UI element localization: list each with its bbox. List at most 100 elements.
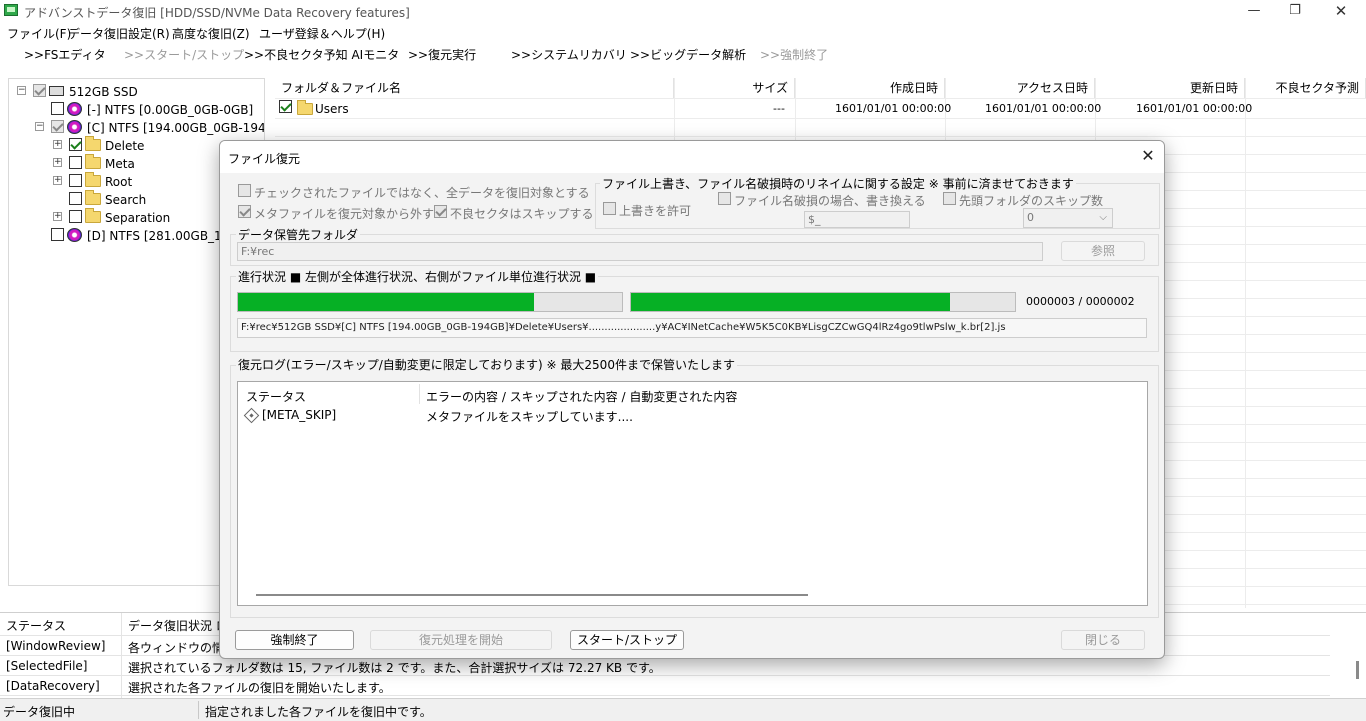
tree-label: Root bbox=[105, 175, 133, 189]
expand-icon[interactable]: + bbox=[53, 140, 62, 149]
log-status: [SelectedFile] bbox=[6, 659, 88, 673]
folder-checkbox[interactable] bbox=[69, 156, 82, 169]
opt-skip-bad-checkbox[interactable] bbox=[434, 205, 447, 218]
expand-icon[interactable]: + bbox=[53, 176, 62, 185]
opt-overwrite-checkbox[interactable] bbox=[603, 202, 616, 215]
menu-file[interactable]: ファイル(F) bbox=[7, 25, 71, 42]
file-accessed: 1601/01/01 00:00:00 bbox=[985, 102, 1102, 115]
list-item[interactable]: [META_SKIP] メタファイルをスキップしています.... bbox=[238, 406, 1147, 426]
restore-execute-button[interactable]: >>復元実行 bbox=[408, 46, 476, 63]
volume-checkbox[interactable] bbox=[51, 120, 64, 133]
log-vscrollbar[interactable] bbox=[1356, 661, 1359, 679]
file-modified: 1601/01/01 00:00:00 bbox=[1136, 102, 1253, 115]
restore-log-col-status[interactable]: ステータス bbox=[246, 388, 306, 405]
system-recovery-button[interactable]: >>システムリカバリ bbox=[511, 46, 627, 63]
minimize-button[interactable]: — bbox=[1240, 2, 1268, 20]
col-header-modified[interactable]: 更新日時 bbox=[1095, 78, 1245, 98]
col-header-bad-sector[interactable]: 不良セクタ予測 bbox=[1245, 78, 1366, 98]
opt-all-data-checkbox[interactable] bbox=[238, 184, 251, 197]
start-stop-button[interactable]: >>スタート/ストップ bbox=[124, 46, 244, 63]
status-bar: データ復旧中 指定されました各ファイルを復旧中です。 bbox=[0, 698, 1366, 721]
folder-icon bbox=[85, 136, 101, 151]
folder-checkbox[interactable] bbox=[69, 210, 82, 223]
collapse-icon[interactable]: − bbox=[35, 122, 44, 131]
log-message: 選択された各ファイルの復旧を開始いたします。 bbox=[128, 681, 391, 695]
expand-icon[interactable]: + bbox=[53, 212, 62, 221]
window-title: アドバンストデータ復旧 [HDD/SSD/NVMe Data Recovery … bbox=[24, 6, 410, 20]
restore-log-title: 復元ログ(エラー/スキップ/自動変更に限定しております) ※ 最大2500件まで… bbox=[236, 356, 737, 373]
menu-help[interactable]: ユーザ登録＆ヘルプ(H) bbox=[259, 25, 385, 42]
file-name: Users bbox=[315, 102, 349, 116]
file-progress-bar bbox=[630, 292, 1016, 312]
progress-group bbox=[230, 276, 1159, 352]
tree-item-drive[interactable]: − 512GB SSD bbox=[15, 83, 255, 101]
folder-icon bbox=[297, 100, 313, 115]
folder-checkbox[interactable] bbox=[69, 174, 82, 187]
rename-input[interactable]: $_ bbox=[804, 211, 910, 228]
bad-sector-ai-monitor-button[interactable]: >>不良セクタ予知 AIモニタ bbox=[244, 46, 399, 63]
folder-checkbox[interactable] bbox=[69, 138, 82, 151]
folder-icon bbox=[85, 190, 101, 205]
menu-recovery-settings[interactable]: データ復旧設定(R) bbox=[68, 25, 170, 42]
app-icon bbox=[4, 4, 18, 16]
force-end-dialog-button[interactable]: 強制終了 bbox=[235, 630, 354, 650]
file-created: 1601/01/01 00:00:00 bbox=[835, 102, 952, 115]
current-path-field: F:¥rec¥512GB SSD¥[C] NTFS [194.00GB_0GB-… bbox=[237, 318, 1147, 338]
volume-checkbox[interactable] bbox=[51, 228, 64, 241]
opt-exclude-meta-label: メタファイルを復元対象から外す bbox=[254, 207, 435, 221]
folder-checkbox[interactable] bbox=[69, 192, 82, 205]
tree-label: Meta bbox=[105, 157, 135, 171]
restore-log-col-message[interactable]: エラーの内容 / スキップされた内容 / 自動変更された内容 bbox=[426, 388, 737, 405]
start-stop-dialog-button[interactable]: スタート/ストップ bbox=[570, 630, 684, 650]
col-header-accessed[interactable]: アクセス日時 bbox=[945, 78, 1095, 98]
disk-icon bbox=[67, 120, 82, 134]
log-col-status[interactable]: ステータス bbox=[6, 617, 66, 634]
diamond-icon bbox=[243, 407, 260, 424]
dest-group-title: データ保管先フォルダ bbox=[236, 226, 361, 243]
col-header-created[interactable]: 作成日時 bbox=[795, 78, 945, 98]
dialog-title: ファイル復元 bbox=[228, 152, 301, 166]
file-size: --- bbox=[773, 102, 785, 115]
force-end-button[interactable]: >>強制終了 bbox=[760, 46, 828, 63]
menu-advanced-recovery[interactable]: 高度な復旧(Z) bbox=[172, 25, 250, 42]
col-header-size[interactable]: サイズ bbox=[674, 78, 795, 98]
expand-icon[interactable]: + bbox=[53, 158, 62, 167]
toolbar: >>FSエディタ >>スタート/ストップ >>不良セクタ予知 AIモニタ >>復… bbox=[0, 42, 1366, 66]
skip-count-select[interactable]: 0 ⌵ bbox=[1023, 208, 1113, 228]
chevron-down-icon: ⌵ bbox=[1099, 212, 1107, 223]
close-dialog-button[interactable]: 閉じる bbox=[1061, 630, 1145, 650]
dialog-titlebar: ファイル復元 ✕ bbox=[220, 141, 1164, 173]
bigdata-analysis-button[interactable]: >>ビッグデータ解析 bbox=[630, 46, 746, 63]
opt-skip-top-checkbox[interactable] bbox=[943, 192, 956, 205]
collapse-icon[interactable]: − bbox=[17, 86, 26, 95]
list-item[interactable]: [DataRecovery] 選択された各ファイルの復旧を開始いたします。 bbox=[0, 676, 1330, 695]
browse-button[interactable]: 参照 bbox=[1061, 241, 1145, 261]
col-header-name[interactable]: フォルダ＆ファイル名 bbox=[275, 78, 674, 98]
tree-label: Separation bbox=[105, 211, 171, 225]
status-left: データ復旧中 bbox=[3, 705, 76, 719]
window-titlebar: アドバンストデータ復旧 [HDD/SSD/NVMe Data Recovery … bbox=[0, 0, 1366, 22]
opt-exclude-meta-checkbox[interactable] bbox=[238, 205, 251, 218]
tree-label: [C] NTFS [194.00GB_0GB-194GB] bbox=[87, 121, 265, 135]
drive-checkbox[interactable] bbox=[33, 84, 46, 97]
tree-label: Search bbox=[105, 193, 147, 207]
skip-count-value: 0 bbox=[1027, 211, 1034, 224]
start-restore-button[interactable]: 復元処理を開始 bbox=[370, 630, 552, 650]
fs-editor-button[interactable]: >>FSエディタ bbox=[24, 46, 106, 63]
tree-item-volume[interactable]: [-] NTFS [0.00GB_0GB-0GB] bbox=[15, 101, 260, 119]
tree-item-volume[interactable]: − [C] NTFS [194.00GB_0GB-194GB] bbox=[15, 119, 264, 137]
disk-icon bbox=[67, 228, 82, 242]
table-row[interactable]: Users --- 1601/01/01 00:00:00 1601/01/01… bbox=[275, 99, 1366, 118]
restore-log-message: メタファイルをスキップしています.... bbox=[426, 410, 633, 424]
opt-rename-checkbox[interactable] bbox=[718, 192, 731, 205]
opt-overwrite-label: 上書きを許可 bbox=[619, 204, 692, 218]
file-checkbox[interactable] bbox=[279, 100, 292, 113]
restore-log-hscrollbar[interactable] bbox=[256, 594, 808, 596]
maximize-button[interactable]: ❐ bbox=[1281, 2, 1309, 20]
dest-folder-input[interactable]: F:¥rec bbox=[237, 242, 1043, 261]
log-status: [DataRecovery] bbox=[6, 679, 100, 693]
volume-checkbox[interactable] bbox=[51, 102, 64, 115]
close-button[interactable]: ✕ bbox=[1327, 2, 1355, 20]
dialog-close-icon[interactable]: ✕ bbox=[1138, 146, 1158, 166]
tree-label: 512GB SSD bbox=[69, 85, 138, 99]
